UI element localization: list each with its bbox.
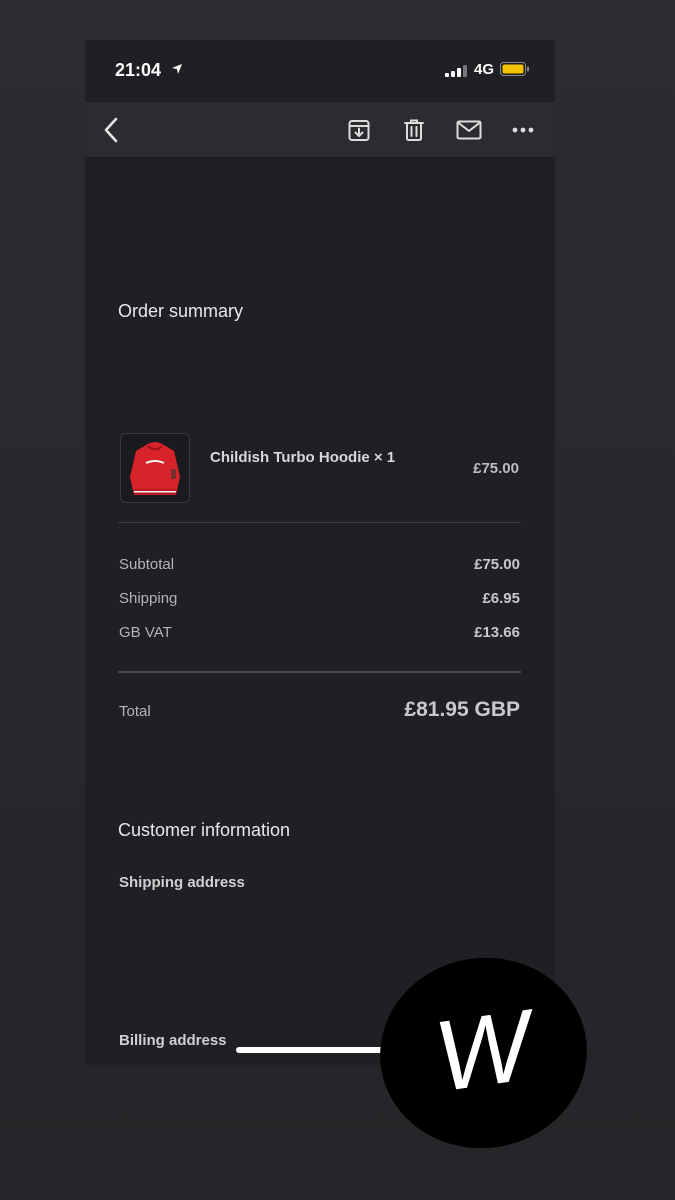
trash-icon [404, 119, 424, 141]
reply-button[interactable] [453, 114, 485, 146]
delete-button[interactable] [398, 114, 430, 146]
product-name: Childish Turbo Hoodie × 1 [210, 449, 396, 466]
divider [118, 522, 521, 523]
subtotal-value: £75.00 [474, 556, 520, 573]
home-indicator[interactable] [236, 1047, 396, 1053]
hoodie-image [130, 442, 180, 495]
battery-icon [500, 62, 530, 81]
status-time: 21:04 [115, 60, 162, 80]
vat-value: £13.66 [474, 624, 520, 641]
archive-icon [348, 120, 370, 141]
shipping-label: Shipping [119, 590, 178, 607]
w-logo-watermark: W [367, 944, 600, 1162]
billing-address-label: Billing address [119, 1032, 227, 1049]
total-label: Total [119, 703, 151, 720]
network-type: 4G [474, 61, 495, 78]
logo-letter: W [428, 988, 546, 1113]
divider [118, 671, 521, 673]
shipping-value: £6.95 [482, 590, 520, 607]
mail-toolbar [85, 102, 555, 158]
more-icon [512, 127, 534, 133]
cellular-signal-icon [445, 64, 467, 82]
order-summary-title: Order summary [118, 301, 244, 321]
back-button[interactable] [95, 114, 127, 146]
location-arrow-icon [171, 62, 183, 80]
subtotal-label: Subtotal [119, 556, 175, 573]
status-bar: 21:04 4G [85, 40, 555, 102]
total-value: £81.95 GBP [404, 698, 520, 721]
more-button[interactable] [507, 114, 539, 146]
screen: 21:04 4G Order summary Childish Turbo Ho… [0, 0, 675, 1200]
email-view: 21:04 4G Order summary Childish Turbo Ho… [85, 40, 555, 1065]
archive-button[interactable] [343, 114, 375, 146]
product-price: £75.00 [473, 460, 519, 477]
mail-icon [456, 120, 482, 140]
back-icon [104, 117, 118, 143]
shipping-address-label: Shipping address [119, 874, 245, 891]
product-thumbnail [120, 433, 190, 503]
vat-label: GB VAT [119, 624, 172, 641]
customer-information-title: Customer information [118, 820, 291, 840]
